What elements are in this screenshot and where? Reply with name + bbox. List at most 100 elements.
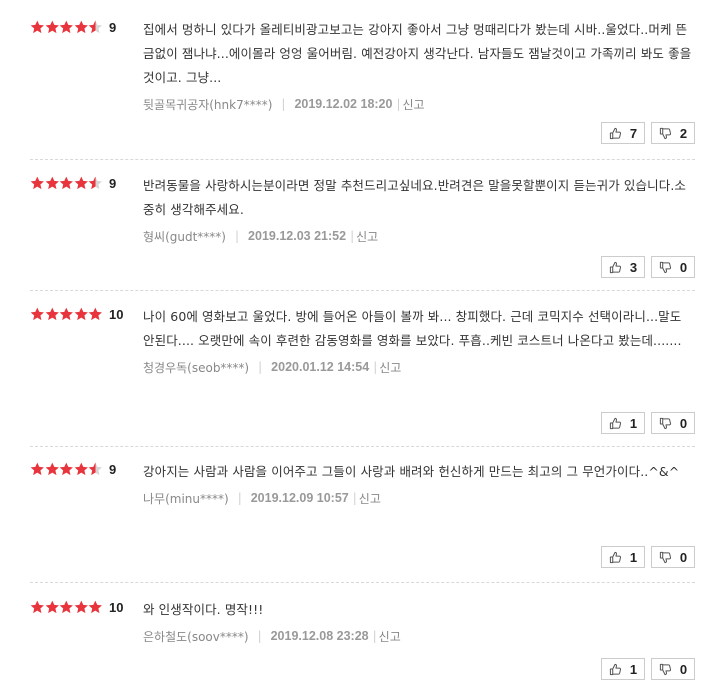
rating: 10 <box>30 598 123 616</box>
star-full-icon <box>45 20 59 34</box>
dislike-button[interactable]: 2 <box>651 122 695 144</box>
thumbs-down-icon <box>659 261 671 273</box>
vote-buttons: 1 0 <box>601 658 695 680</box>
dislike-button[interactable]: 0 <box>651 412 695 434</box>
divider: | <box>372 629 377 643</box>
star-rating <box>30 462 103 476</box>
review-meta: 나무(minu****) | 2019.12.09 10:57 | 신고 <box>143 489 695 507</box>
thumbs-down-icon <box>659 663 671 675</box>
divider: | <box>257 629 262 643</box>
author-name[interactable]: 나무(minu****) <box>143 490 229 507</box>
review-item: 10 와 인생작이다. 명작!!! 은하철도(soov****) | 2019.… <box>30 598 695 685</box>
review-date: 2019.12.02 18:20 <box>294 97 393 111</box>
author-name[interactable]: 뒷골목귀공자(hnk7****) <box>143 96 272 113</box>
review-meta: 은하철도(soov****) | 2019.12.08 23:28 | 신고 <box>143 627 695 645</box>
review-meta: 청경우독(seob****) | 2020.01.12 14:54 | 신고 <box>143 358 695 376</box>
divider: | <box>352 491 357 505</box>
review-text: 나이 60에 영화보고 울었다. 방에 들어온 아들이 볼까 봐... 창피했다… <box>143 309 682 348</box>
star-full-icon <box>45 176 59 190</box>
star-full-icon <box>59 20 74 34</box>
star-rating <box>30 176 103 190</box>
report-link[interactable]: 신고 <box>379 628 401 645</box>
dislike-count: 0 <box>679 259 688 275</box>
dislike-count: 0 <box>679 661 688 677</box>
like-count: 3 <box>629 259 638 275</box>
review-meta: 형씨(gudt****) | 2019.12.03 21:52 | 신고 <box>143 227 695 245</box>
star-half-icon <box>89 462 103 476</box>
review-date: 2019.12.03 21:52 <box>248 229 347 243</box>
thumbs-down-icon <box>659 417 671 429</box>
star-full-icon <box>74 176 88 190</box>
divider: | <box>281 97 286 111</box>
star-full-icon <box>45 307 59 321</box>
star-full-icon <box>89 600 103 614</box>
dislike-button[interactable]: 0 <box>651 256 695 278</box>
star-full-icon <box>74 307 88 321</box>
rating-score: 10 <box>108 306 124 322</box>
star-full-icon <box>59 462 74 476</box>
vote-buttons: 1 0 <box>601 412 695 434</box>
thumbs-down-icon <box>659 127 671 139</box>
dislike-button[interactable]: 0 <box>651 546 695 568</box>
review-date: 2019.12.09 10:57 <box>250 491 349 505</box>
rating-score: 10 <box>108 599 124 615</box>
author-name[interactable]: 청경우독(seob****) <box>143 359 249 376</box>
like-button[interactable]: 1 <box>601 546 645 568</box>
report-link[interactable]: 신고 <box>359 490 381 507</box>
rating: 10 <box>30 305 123 323</box>
review-item: 10 나이 60에 영화보고 울었다. 방에 들어온 아들이 볼까 봐... 창… <box>30 305 695 447</box>
vote-buttons: 3 0 <box>601 256 695 278</box>
star-full-icon <box>59 307 74 321</box>
star-rating <box>30 307 103 321</box>
review-date: 2020.01.12 14:54 <box>271 360 370 374</box>
thumbs-up-icon <box>609 127 621 139</box>
dislike-count: 2 <box>679 125 688 141</box>
star-rating <box>30 20 103 34</box>
dislike-count: 0 <box>679 549 688 565</box>
report-link[interactable]: 신고 <box>403 96 425 113</box>
like-count: 1 <box>629 549 638 565</box>
author-name[interactable]: 은하철도(soov****) <box>143 628 249 645</box>
star-full-icon <box>45 600 59 614</box>
rating: 9 <box>30 18 116 36</box>
star-half-icon <box>89 176 103 190</box>
like-button[interactable]: 7 <box>601 122 645 144</box>
like-button[interactable]: 1 <box>601 658 645 680</box>
vote-buttons: 1 0 <box>601 546 695 568</box>
like-button[interactable]: 1 <box>601 412 645 434</box>
review-meta: 뒷골목귀공자(hnk7****) | 2019.12.02 18:20 | 신고 <box>143 95 695 113</box>
star-full-icon <box>30 307 44 321</box>
like-count: 1 <box>629 415 638 431</box>
review-item: 9 반려동물을 사랑하시는분이라면 정말 추천드리고싶네요.반려견은 말을못할뿐… <box>30 174 695 291</box>
star-full-icon <box>30 600 44 614</box>
thumbs-up-icon <box>609 261 621 273</box>
vote-buttons: 7 2 <box>601 122 695 144</box>
author-name[interactable]: 형씨(gudt****) <box>143 228 226 245</box>
star-full-icon <box>74 20 88 34</box>
divider: | <box>350 229 355 243</box>
dislike-count: 0 <box>679 415 688 431</box>
report-link[interactable]: 신고 <box>356 228 378 245</box>
like-button[interactable]: 3 <box>601 256 645 278</box>
divider: | <box>237 491 242 505</box>
divider: | <box>258 360 263 374</box>
review-date: 2019.12.08 23:28 <box>270 629 369 643</box>
thumbs-up-icon <box>609 663 621 675</box>
rating: 9 <box>30 174 116 192</box>
star-rating <box>30 600 103 614</box>
thumbs-up-icon <box>609 551 621 563</box>
report-link[interactable]: 신고 <box>379 359 401 376</box>
rating-score: 9 <box>108 461 117 477</box>
like-count: 7 <box>629 125 638 141</box>
review-item: 9 집에서 멍하니 있다가 올레티비광고보고는 강아지 좋아서 그냥 멍때리다가… <box>30 18 695 160</box>
star-full-icon <box>74 600 88 614</box>
thumbs-down-icon <box>659 551 671 563</box>
like-count: 1 <box>629 661 638 677</box>
review-text: 집에서 멍하니 있다가 올레티비광고보고는 강아지 좋아서 그냥 멍때리다가 봤… <box>143 22 692 85</box>
rating: 9 <box>30 460 116 478</box>
star-full-icon <box>59 600 74 614</box>
star-full-icon <box>30 20 44 34</box>
star-full-icon <box>30 176 44 190</box>
review-text: 강아지는 사람과 사람을 이어주고 그들이 사랑과 배려와 헌신하게 만드는 최… <box>143 464 680 479</box>
dislike-button[interactable]: 0 <box>651 658 695 680</box>
